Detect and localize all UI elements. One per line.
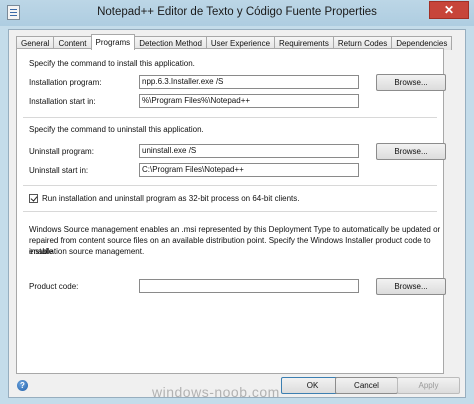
install-heading: Specify the command to install this appl… <box>29 59 195 68</box>
cancel-button[interactable]: Cancel <box>335 377 398 394</box>
installation-program-input[interactable]: npp.6.3.Installer.exe /S <box>139 75 359 89</box>
installation-program-label: Installation program: <box>29 78 102 87</box>
uninstall-program-input[interactable]: uninstall.exe /S <box>139 144 359 158</box>
product-code-label: Product code: <box>29 282 79 291</box>
source-management-text-line3: installation source management. <box>29 247 145 256</box>
installation-startin-label: Installation start in: <box>29 97 96 106</box>
dialog-client: General Content Programs Detection Metho… <box>8 29 466 398</box>
tab-programs[interactable]: Programs <box>90 34 136 50</box>
uninstall-browse-button[interactable]: Browse... <box>376 143 446 160</box>
uninstall-startin-input[interactable]: C:\Program Files\Notepad++ <box>139 163 359 177</box>
apply-button[interactable]: Apply <box>397 377 460 394</box>
window-title: Notepad++ Editor de Texto y Código Fuent… <box>97 6 377 18</box>
installation-startin-input[interactable]: %\Program Files%\Notepad++ <box>139 94 359 108</box>
uninstall-program-label: Uninstall program: <box>29 147 94 156</box>
help-icon[interactable]: ? <box>17 380 28 391</box>
separator <box>23 211 437 212</box>
title-bar: Notepad++ Editor de Texto y Código Fuent… <box>0 0 474 26</box>
close-button[interactable]: ✕ <box>429 1 469 19</box>
separator <box>23 117 437 118</box>
run-32bit-label: Run installation and uninstall program a… <box>42 194 300 203</box>
install-browse-button[interactable]: Browse... <box>376 74 446 91</box>
product-code-input[interactable] <box>139 279 359 293</box>
run-32bit-checkbox[interactable] <box>29 194 38 203</box>
separator <box>23 185 437 186</box>
source-management-text-line1: Windows Source management enables an .ms… <box>29 225 441 234</box>
watermark: windows-noob.com <box>152 384 280 400</box>
programs-panel: Specify the command to install this appl… <box>16 48 446 374</box>
tab-strip: General Content Programs Detection Metho… <box>16 34 453 50</box>
uninstall-heading: Specify the command to uninstall this ap… <box>29 125 204 134</box>
uninstall-startin-label: Uninstall start in: <box>29 166 89 175</box>
product-code-browse-button[interactable]: Browse... <box>376 278 446 295</box>
